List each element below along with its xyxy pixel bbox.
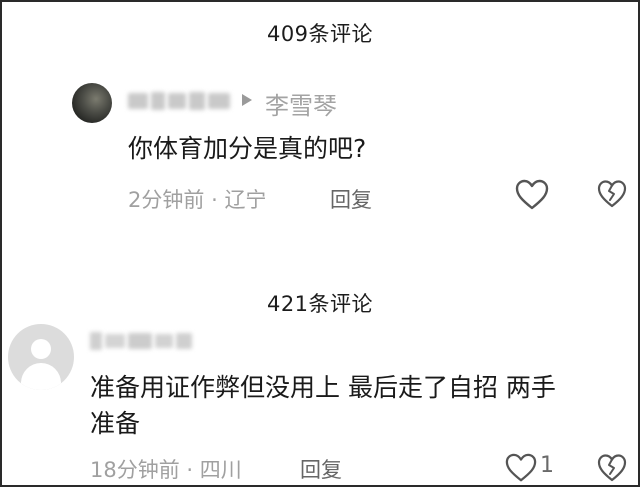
comment-count-header: 421条评论 — [266, 292, 374, 316]
blurred-username[interactable] — [90, 332, 192, 350]
comment-time: 2分钟前 — [128, 188, 205, 212]
meta-separator: · — [211, 188, 218, 212]
comment-time: 18分钟前 — [90, 458, 180, 482]
default-user-avatar[interactable] — [8, 324, 74, 390]
broken-heart-icon[interactable] — [596, 178, 628, 210]
like-count: 1 — [540, 453, 554, 478]
comment-meta: 2分钟前 · 辽宁 — [128, 184, 266, 214]
comment-count-header: 409条评论 — [266, 22, 374, 46]
comment-text-line-1: 准备用证作弊但没用上 最后走了自招 两手 — [90, 373, 556, 402]
meta-separator: · — [186, 458, 194, 482]
avatar-shoulders — [21, 363, 61, 390]
reply-button[interactable]: 回复 — [300, 454, 342, 484]
heart-outline-icon[interactable] — [514, 178, 550, 212]
commenter-avatar[interactable] — [72, 83, 112, 123]
broken-heart-icon[interactable] — [596, 452, 628, 484]
blurred-username[interactable] — [128, 92, 230, 110]
comment-meta: 18分钟前 · 四川 — [90, 454, 242, 484]
comment-text-line-2: 准备 — [90, 409, 141, 438]
avatar-head — [31, 339, 51, 359]
reply-arrow-icon — [242, 94, 252, 106]
reply-to-username[interactable]: 李雪琴 — [265, 86, 337, 121]
comment-location: 辽宁 — [224, 188, 267, 212]
reply-button[interactable]: 回复 — [330, 184, 372, 214]
screenshot-frame: 409条评论 李雪琴 你体育加分是真的吧? 2分钟前 · 辽宁 回复 421条评… — [0, 0, 640, 487]
comment-text: 你体育加分是真的吧? — [128, 134, 367, 163]
heart-outline-icon[interactable] — [504, 452, 538, 484]
comment-location: 四川 — [199, 458, 242, 482]
